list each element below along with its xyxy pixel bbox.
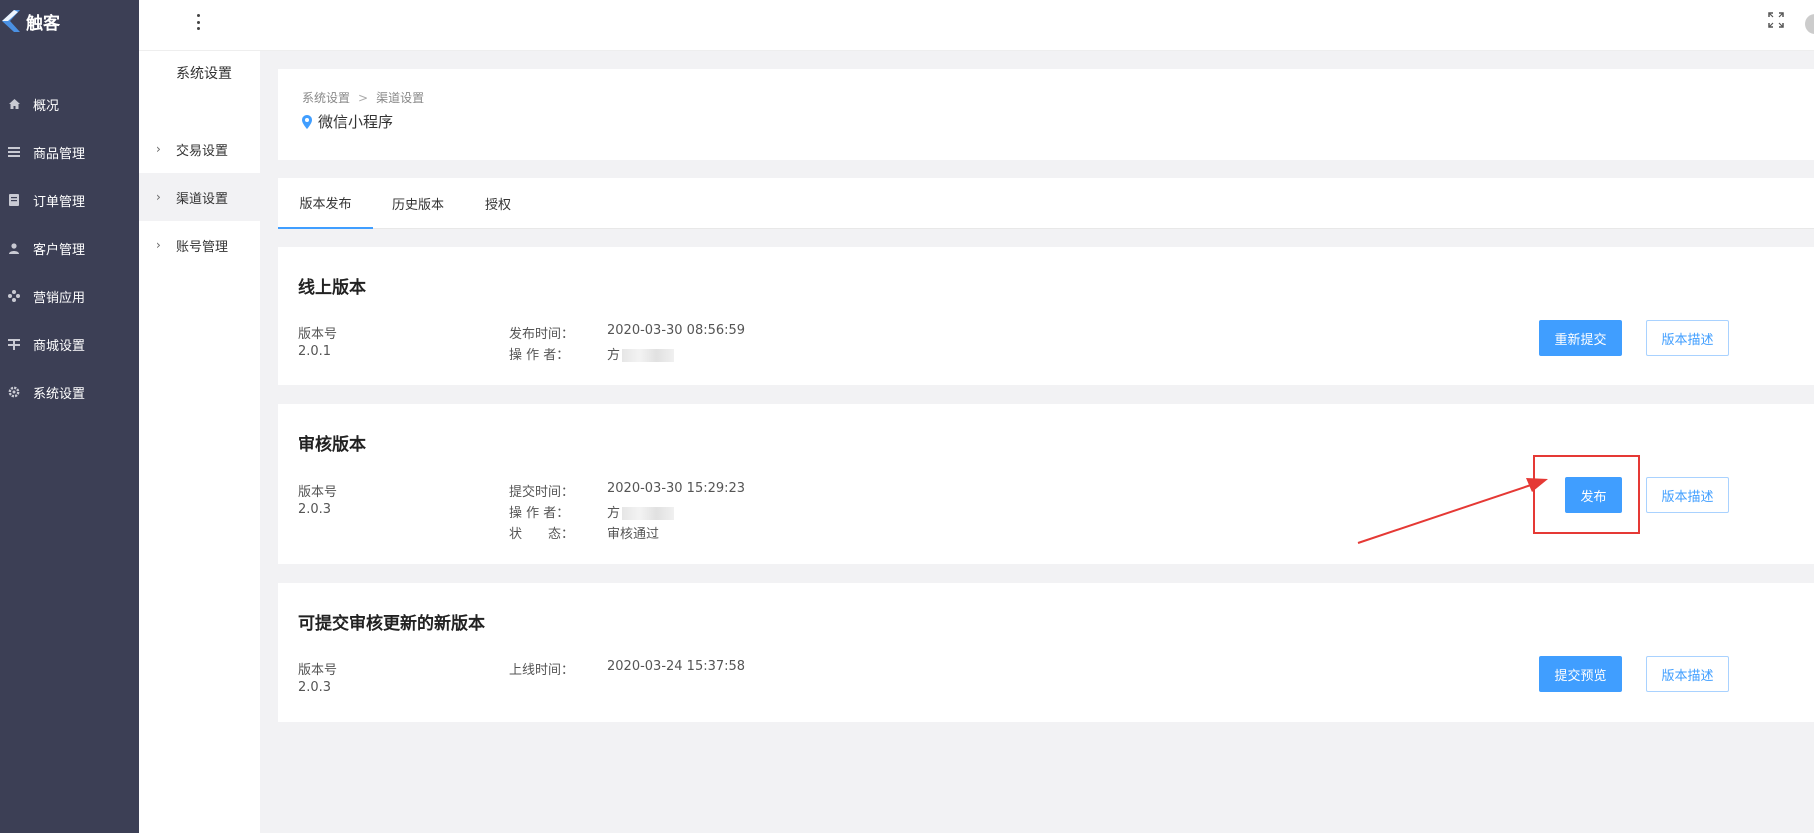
- card-title: 线上版本: [298, 278, 366, 298]
- chevron-right-icon: ›: [156, 190, 161, 204]
- publish-time-value: 2020-03-30 08:56:59: [607, 323, 746, 338]
- annotation-arrow-icon: [1357, 478, 1548, 544]
- header-card: 系统设置 > 渠道设置 微信小程序: [278, 69, 1814, 160]
- version-value: 2.0.3: [298, 680, 332, 695]
- submit-preview-button[interactable]: 提交预览: [1539, 656, 1622, 692]
- nav-label: 商城设置: [33, 338, 86, 354]
- gear-icon: [7, 385, 21, 399]
- operator-label: 操 作 者：: [509, 348, 570, 363]
- subnav-label: 渠道设置: [176, 191, 229, 207]
- location-pin-icon: [302, 114, 312, 129]
- main-sidebar: 触客 概况 商品管理 订单管理 客户管理 营销应用 商城设置 系统设置: [0, 0, 139, 833]
- new-version-card: 可提交审核更新的新版本 版本号 2.0.3 上线时间： 2020-03-24 1…: [278, 583, 1814, 722]
- list-icon: [7, 145, 21, 159]
- nav-item-marketing[interactable]: 营销应用: [0, 272, 139, 320]
- fullscreen-icon[interactable]: [1768, 12, 1784, 28]
- version-label: 版本号: [298, 327, 338, 342]
- store-icon: [7, 337, 21, 351]
- resubmit-button[interactable]: 重新提交: [1539, 320, 1622, 356]
- tab-authorization[interactable]: 授权: [463, 178, 533, 229]
- card-title: 审核版本: [298, 435, 366, 455]
- top-header: [139, 0, 1814, 51]
- breadcrumb-item[interactable]: 系统设置: [302, 89, 350, 106]
- logo-icon: [2, 10, 20, 32]
- version-desc-button[interactable]: 版本描述: [1646, 320, 1729, 356]
- nav-item-customers[interactable]: 客户管理: [0, 224, 139, 272]
- status-label: 状 态：: [509, 527, 575, 542]
- breadcrumb: 系统设置 > 渠道设置: [302, 89, 424, 106]
- nav-label: 客户管理: [33, 242, 86, 258]
- version-label: 版本号: [298, 485, 338, 500]
- publish-time-label: 发布时间：: [509, 327, 575, 342]
- submit-time-value: 2020-03-30 15:29:23: [607, 481, 746, 496]
- status-value: 审核通过: [607, 527, 660, 542]
- nav-item-store-settings[interactable]: 商城设置: [0, 320, 139, 368]
- nav-label: 订单管理: [33, 194, 86, 210]
- nav-label: 概况: [33, 98, 60, 114]
- more-menu-icon[interactable]: [194, 12, 202, 32]
- operator-label: 操 作 者：: [509, 506, 570, 521]
- chevron-right-icon: ›: [156, 238, 161, 252]
- subnav-item-channel-settings[interactable]: › 渠道设置: [139, 173, 260, 221]
- home-icon: [7, 97, 21, 111]
- operator-name: 方: [607, 506, 621, 521]
- version-desc-button[interactable]: 版本描述: [1646, 477, 1729, 513]
- breadcrumb-item: 渠道设置: [376, 91, 425, 105]
- nav-item-overview[interactable]: 概况: [0, 80, 139, 128]
- operator-name: 方: [607, 348, 621, 363]
- page-title: 微信小程序: [318, 113, 394, 131]
- breadcrumb-separator: >: [358, 90, 369, 105]
- operator-value: 方: [607, 502, 675, 521]
- document-icon: [7, 193, 21, 207]
- operator-value: 方: [607, 344, 675, 363]
- redacted-block: [622, 349, 675, 362]
- chevron-right-icon: ›: [156, 142, 161, 156]
- logo-text: 触客: [26, 13, 60, 34]
- nav-item-orders[interactable]: 订单管理: [0, 176, 139, 224]
- user-icon: [7, 241, 21, 255]
- subnav-label: 交易设置: [176, 143, 229, 159]
- nav-label: 营销应用: [33, 290, 86, 306]
- card-title: 可提交审核更新的新版本: [298, 614, 485, 634]
- main-nav: 概况 商品管理 订单管理 客户管理 营销应用 商城设置 系统设置: [0, 80, 139, 416]
- nav-label: 商品管理: [33, 146, 86, 162]
- version-desc-button[interactable]: 版本描述: [1646, 656, 1729, 692]
- tab-history[interactable]: 历史版本: [373, 178, 463, 229]
- tab-release[interactable]: 版本发布: [278, 178, 373, 229]
- redacted-block: [622, 507, 675, 520]
- version-label: 版本号: [298, 663, 338, 678]
- online-time-value: 2020-03-24 15:37:58: [607, 659, 746, 674]
- tabs-bar: 版本发布 历史版本 授权: [278, 178, 1814, 229]
- nav-label: 系统设置: [33, 386, 86, 402]
- subnav-item-trade-settings[interactable]: › 交易设置: [139, 125, 260, 173]
- version-value: 2.0.1: [298, 344, 332, 359]
- subnav-label: 账号管理: [176, 239, 229, 255]
- avatar[interactable]: [1805, 14, 1814, 34]
- nav-item-products[interactable]: 商品管理: [0, 128, 139, 176]
- nav-item-system-settings[interactable]: 系统设置: [0, 368, 139, 416]
- subnav-title: 系统设置: [176, 66, 232, 82]
- page-title-row: 微信小程序: [302, 111, 393, 132]
- settings-subnav: 系统设置 › 交易设置 › 渠道设置 › 账号管理: [139, 51, 260, 833]
- subnav-item-account-management[interactable]: › 账号管理: [139, 221, 260, 269]
- version-value: 2.0.3: [298, 502, 332, 517]
- submit-time-label: 提交时间：: [509, 485, 575, 500]
- apps-icon: [7, 289, 21, 303]
- app-logo[interactable]: 触客: [0, 6, 60, 36]
- online-version-card: 线上版本 版本号 2.0.1 发布时间： 2020-03-30 08:56:59…: [278, 247, 1814, 385]
- online-time-label: 上线时间：: [509, 663, 575, 678]
